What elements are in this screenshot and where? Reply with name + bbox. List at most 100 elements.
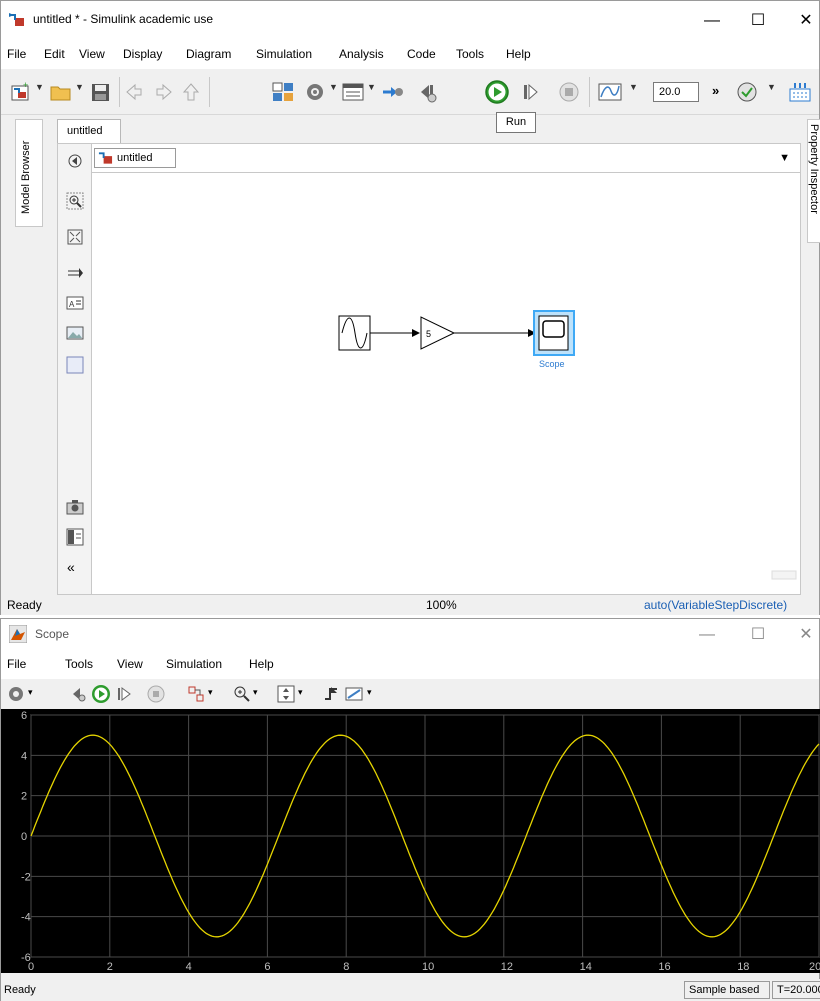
gain-value: 5 [426, 329, 431, 339]
sine-wave-block[interactable] [338, 315, 371, 351]
x-tick-label: 20 [809, 961, 820, 973]
model-explorer-icon[interactable] [341, 81, 365, 103]
svg-text:+: + [23, 81, 28, 90]
scope-block[interactable] [533, 310, 575, 356]
menu-code[interactable]: Code [407, 47, 436, 61]
scope-maximize-button[interactable]: ☐ [735, 621, 781, 649]
x-tick-label: 4 [186, 961, 192, 973]
update-diagram-icon[interactable] [381, 81, 405, 103]
minimize-button[interactable]: — [689, 7, 735, 35]
scope-plot: 0 2 4 6 8 10 12 14 16 18 20-6-4-20246 [21, 710, 820, 973]
new-model-dropdown-icon[interactable]: ▼ [35, 82, 44, 92]
scope-run-button[interactable] [91, 684, 111, 704]
explorer-dropdown-icon[interactable]: ▼ [367, 82, 376, 92]
collapse-palette-icon[interactable]: « [67, 559, 75, 575]
scope-autoscale-icon[interactable] [277, 685, 295, 703]
signal-arrow-icon[interactable] [66, 264, 84, 282]
breadcrumb-label: untitled [117, 152, 153, 164]
menu-tools[interactable]: Tools [456, 47, 484, 61]
model-settings-gear-icon[interactable] [303, 81, 327, 103]
inspector-dropdown-icon[interactable]: ▼ [629, 82, 638, 92]
menu-help[interactable]: Help [506, 47, 531, 61]
simulink-logo-icon [9, 13, 24, 26]
build-icon[interactable] [787, 81, 813, 103]
stop-time-input[interactable]: 20.0 [653, 82, 699, 102]
model-browser-tab[interactable]: Model Browser [15, 119, 43, 227]
menu-file[interactable]: File [7, 47, 26, 61]
save-icon[interactable] [89, 81, 113, 103]
new-model-icon[interactable]: + [9, 81, 33, 103]
image-icon[interactable] [66, 324, 84, 342]
scope-zoom-in-icon[interactable] [233, 685, 251, 703]
gain-block[interactable]: 5 [420, 316, 456, 350]
area-icon[interactable] [66, 356, 84, 374]
status-solver[interactable]: auto(VariableStepDiscrete) [644, 598, 787, 612]
scope-plot-area[interactable]: 0 2 4 6 8 10 12 14 16 18 20 -6 -4 -2 0 2 4 6 [1, 709, 820, 973]
annotation-icon[interactable]: A [66, 294, 84, 312]
svg-text:A: A [69, 300, 75, 309]
property-inspector-icon[interactable] [66, 528, 84, 546]
menu-view[interactable]: View [79, 47, 105, 61]
snapshot-camera-icon[interactable] [66, 498, 84, 516]
simulink-window: untitled * - Simulink academic use — ☐ ✕… [0, 0, 820, 615]
menu-display[interactable]: Display [123, 47, 162, 61]
scope-close-button[interactable]: ✕ [783, 621, 820, 649]
open-folder-icon[interactable] [49, 81, 73, 103]
model-canvas[interactable]: 5 Scope [91, 173, 801, 595]
x-tick-label: 14 [580, 961, 592, 973]
status-zoom: 100% [426, 598, 457, 612]
scope-step-back-icon[interactable] [69, 685, 87, 703]
scope-menubar: File Tools View Simulation Help [1, 649, 819, 679]
property-inspector-tab[interactable]: Property Inspector [807, 119, 820, 243]
x-tick-label: 6 [264, 961, 270, 973]
advisor-dropdown-icon[interactable]: ▼ [767, 82, 776, 92]
library-browser-icon[interactable] [271, 81, 295, 103]
scope-menu-simulation[interactable]: Simulation [166, 657, 222, 671]
menu-analysis[interactable]: Analysis [339, 47, 384, 61]
scope-menu-file[interactable]: File [7, 657, 26, 671]
maximize-button[interactable]: ☐ [735, 7, 781, 35]
scope-menu-view[interactable]: View [117, 657, 143, 671]
stop-icon[interactable] [557, 81, 581, 103]
scope-minimize-button[interactable]: — [684, 621, 730, 649]
y-tick-label: 2 [21, 791, 27, 803]
open-dropdown-icon[interactable]: ▼ [75, 82, 84, 92]
hide-show-browser-icon[interactable] [66, 152, 84, 170]
scope-menu-tools[interactable]: Tools [65, 657, 93, 671]
breadcrumb[interactable]: untitled [94, 148, 176, 168]
scope-stop-icon[interactable] [147, 685, 165, 703]
menu-diagram[interactable]: Diagram [186, 47, 231, 61]
run-button[interactable] [484, 79, 510, 105]
menu-simulation[interactable]: Simulation [256, 47, 312, 61]
toolbar-overflow-icon[interactable]: » [712, 83, 719, 98]
step-forward-icon[interactable] [519, 81, 543, 103]
address-dropdown-icon[interactable]: ▼ [779, 152, 790, 164]
model-breadcrumb-icon [98, 152, 113, 164]
scope-settings-dropdown-icon[interactable]: ▾ [28, 687, 33, 698]
close-button[interactable]: ✕ [783, 7, 820, 35]
x-tick-label: 12 [501, 961, 513, 973]
scope-step-forward-icon[interactable] [115, 685, 133, 703]
scope-autoscale-dropdown-icon[interactable]: ▾ [298, 687, 303, 698]
up-arrow-icon[interactable] [179, 81, 203, 103]
step-back-icon[interactable] [415, 81, 439, 103]
scope-triggers-icon[interactable] [323, 685, 341, 703]
scope-highlight-block-icon[interactable] [187, 685, 205, 703]
model-advisor-check-icon[interactable] [735, 81, 759, 103]
tab-untitled[interactable]: untitled [57, 119, 121, 143]
scope-highlight-dropdown-icon[interactable]: ▾ [208, 687, 213, 698]
scope-zoom-dropdown-icon[interactable]: ▾ [253, 687, 258, 698]
forward-arrow-icon[interactable] [151, 81, 175, 103]
scope-settings-gear-icon[interactable] [7, 685, 25, 703]
zoom-icon[interactable] [66, 192, 84, 210]
menu-edit[interactable]: Edit [44, 47, 65, 61]
scope-measure-dropdown-icon[interactable]: ▾ [367, 687, 372, 698]
y-tick-label: 0 [21, 831, 27, 843]
simulation-data-inspector-icon[interactable] [597, 81, 625, 103]
fit-to-view-icon[interactable] [66, 228, 84, 246]
scope-menu-help[interactable]: Help [249, 657, 274, 671]
scope-titlebar: Scope — ☐ ✕ [1, 619, 819, 649]
settings-dropdown-icon[interactable]: ▼ [329, 82, 338, 92]
scope-status-time: T=20.000 [772, 981, 820, 999]
scope-cursor-measurements-icon[interactable] [345, 685, 363, 703]
